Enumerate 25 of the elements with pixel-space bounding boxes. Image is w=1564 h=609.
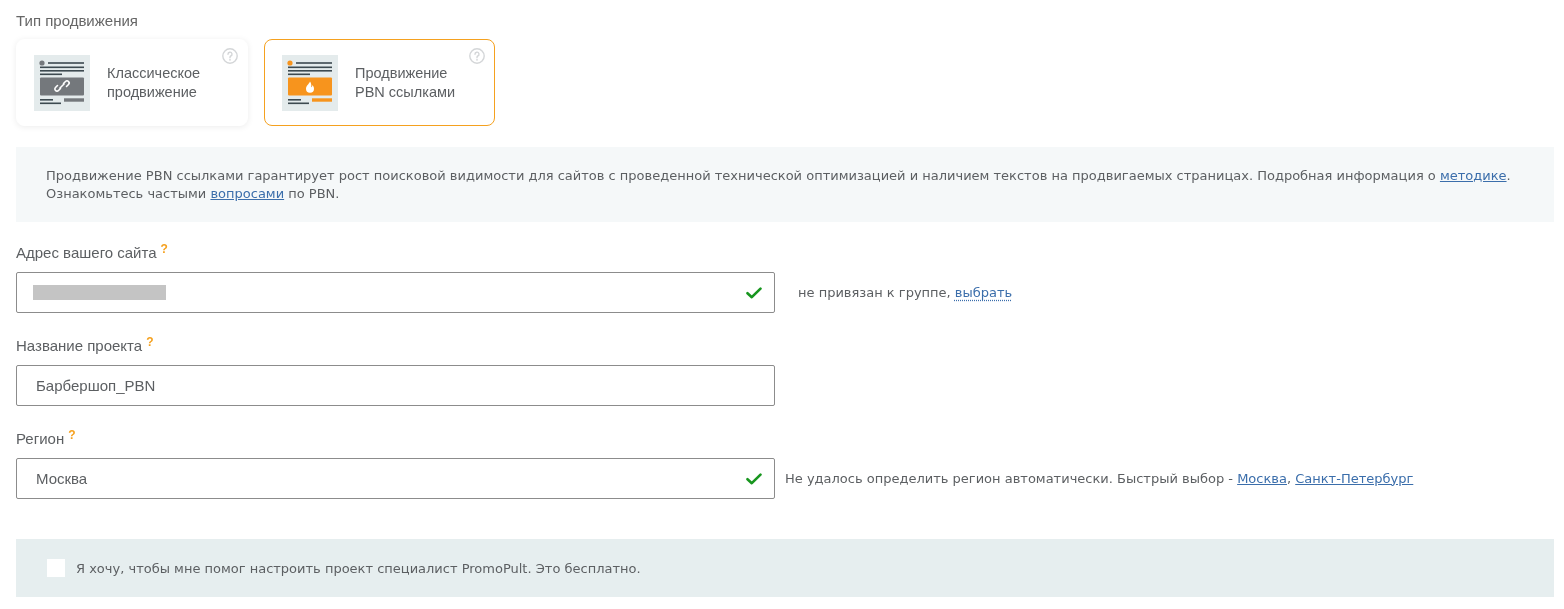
page-flame-icon (282, 54, 338, 111)
promotion-type-card[interactable]: Продвижение PBN ссылками (264, 39, 495, 126)
text-link[interactable]: Москва (1237, 470, 1287, 486)
input-field[interactable]: Барбершоп_PBN (16, 365, 775, 406)
help-icon[interactable] (469, 48, 485, 64)
promotion-type-card[interactable]: Классическое продвижение (16, 39, 248, 126)
promotion-type-label: Продвижение PBN ссылками (355, 63, 457, 102)
choose-link[interactable]: выбрать (954, 284, 1013, 300)
promotion-type-label: Классическое продвижение (107, 63, 202, 102)
checkbox[interactable] (47, 559, 65, 577)
page-link-icon (34, 54, 90, 111)
field-note: Не удалось определить регион автоматически. Быстрый выбор - Москва, Санкт-Петербург (785, 469, 1414, 488)
field-label: Название проекта (16, 336, 143, 356)
info-text: Продвижение PBN ссылками гарантирует рост поисковой видимости для сайтов с проведенной технической оптимизацией и наличием текстов на продвигаемых страницах. Подробная информация о методике. Ознакомьтесь частыми вопросами по PBN. (46, 167, 1512, 203)
text-link[interactable]: Санкт-Петербург (1295, 470, 1414, 486)
field-note: не привязан к группе, выбрать (798, 283, 1013, 302)
checkbox-label: Я хочу, чтобы мне помог настроить проект специалист PromoPult. Это бесплатно. (76, 560, 641, 576)
input-field[interactable]: Москва (16, 458, 775, 499)
text-link[interactable]: методике (1439, 168, 1507, 183)
field-label: Адрес вашего сайта (16, 243, 157, 263)
help-icon[interactable] (222, 48, 238, 64)
input-field[interactable] (16, 272, 775, 313)
text-link[interactable]: вопросами (210, 186, 285, 201)
section-title: Тип продвижения (16, 11, 139, 31)
field-label: Регион (16, 429, 65, 449)
